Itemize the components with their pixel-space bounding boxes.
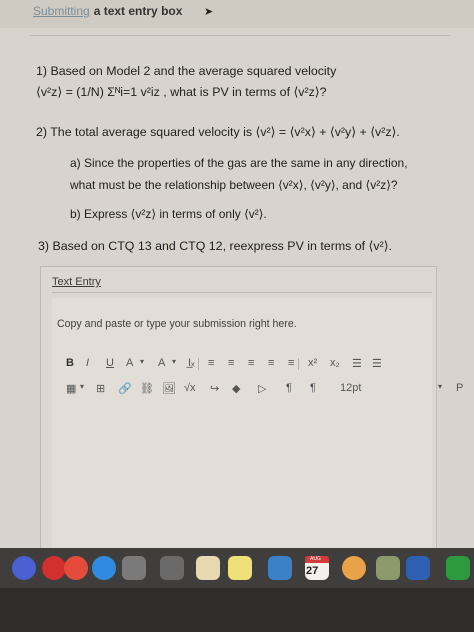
rich-text-editor[interactable]	[52, 298, 432, 548]
photos-icon[interactable]	[342, 556, 366, 580]
title-text: a text entry box	[93, 4, 183, 18]
toolbar-separator	[298, 358, 299, 370]
divider	[30, 35, 450, 36]
safari-icon[interactable]	[92, 556, 116, 580]
unlink-icon[interactable]: ⛓	[140, 382, 154, 395]
title-link[interactable]: Submitting	[33, 4, 90, 18]
font-color-button[interactable]: A	[126, 357, 133, 369]
embed-icon[interactable]: ↪	[210, 382, 219, 395]
launchpad-icon[interactable]	[122, 556, 146, 580]
bullet-list-icon[interactable]: ☰	[352, 357, 362, 370]
app-icon-gray[interactable]	[160, 556, 184, 580]
table-icon[interactable]: ▦	[66, 382, 76, 395]
font-size-select[interactable]: 12pt	[340, 382, 361, 394]
rtl-icon[interactable]: ¶	[310, 382, 316, 394]
calendar-month: AUG	[310, 556, 321, 562]
notes-icon[interactable]	[196, 556, 220, 580]
question-2a-line-1: a) Since the properties of the gas are t…	[70, 156, 408, 170]
toolbar-separator	[198, 358, 199, 370]
question-2a-line-2: what must be the relationship between ⟨v…	[70, 178, 398, 192]
ltr-icon[interactable]: ¶	[286, 382, 292, 394]
paragraph-select[interactable]: P	[456, 382, 463, 394]
word-icon[interactable]	[406, 556, 430, 580]
media-icon[interactable]: ⊞	[96, 382, 105, 395]
apps-icon[interactable]: ◆	[232, 382, 240, 395]
question-2: 2) The total average squared velocity is…	[36, 125, 400, 139]
italic-button[interactable]: I	[86, 357, 89, 369]
link-icon[interactable]: 🔗	[118, 382, 132, 395]
stickies-icon[interactable]	[228, 556, 252, 580]
align-right-icon[interactable]: ≡	[248, 357, 254, 369]
tab-divider	[52, 292, 432, 293]
app-icon-red[interactable]	[42, 556, 66, 580]
image-icon[interactable]: 🖼	[162, 382, 176, 395]
table-dropdown-icon[interactable]: ▾	[80, 382, 84, 391]
subscript-button[interactable]: x₂	[330, 357, 340, 369]
question-1-line-1: 1) Based on Model 2 and the average squa…	[36, 64, 337, 78]
format-dropdown-icon[interactable]: ▾	[438, 382, 442, 391]
app-icon-orange[interactable]	[64, 556, 88, 580]
app-icon-green[interactable]	[376, 556, 400, 580]
clear-format-button[interactable]: I̲ₓ	[188, 357, 195, 369]
bold-button[interactable]: B	[66, 357, 74, 369]
highlight-dropdown-icon[interactable]: ▾	[172, 357, 176, 366]
editor-instruction: Copy and paste or type your submission r…	[57, 318, 297, 330]
siri-icon[interactable]	[12, 556, 36, 580]
align-center-icon[interactable]: ≡	[228, 357, 234, 369]
font-color-dropdown-icon[interactable]: ▾	[140, 357, 144, 366]
equation-icon[interactable]: √x	[184, 382, 196, 394]
tab-text-entry[interactable]: Text Entry	[52, 276, 101, 288]
superscript-button[interactable]: x²	[308, 357, 317, 369]
highlight-color-button[interactable]: A	[158, 357, 165, 369]
calendar-day: 27	[306, 565, 319, 577]
underline-button[interactable]: U	[106, 357, 114, 369]
align-left-icon[interactable]: ≡	[208, 357, 214, 369]
page-title: Submitting a text entry box	[33, 4, 182, 18]
question-1-line-2: ⟨v²z⟩ = (1/N) Σᴺi=1 v²iz , what is PV in…	[36, 85, 327, 99]
justify-icon[interactable]: ≡	[268, 357, 274, 369]
app-icon-teal[interactable]	[446, 556, 470, 580]
finder-icon[interactable]	[268, 556, 292, 580]
question-2b: b) Express ⟨v²z⟩ in terms of only ⟨v²⟩.	[70, 207, 267, 221]
dock-base	[0, 588, 474, 632]
indent-icon[interactable]: ≡	[288, 357, 294, 369]
numbered-list-icon[interactable]: ☰	[372, 357, 382, 370]
mouse-cursor-icon: ➤	[204, 6, 214, 18]
question-3: 3) Based on CTQ 13 and CTQ 12, reexpress…	[38, 239, 392, 253]
media-record-icon[interactable]: ▷	[258, 382, 266, 395]
